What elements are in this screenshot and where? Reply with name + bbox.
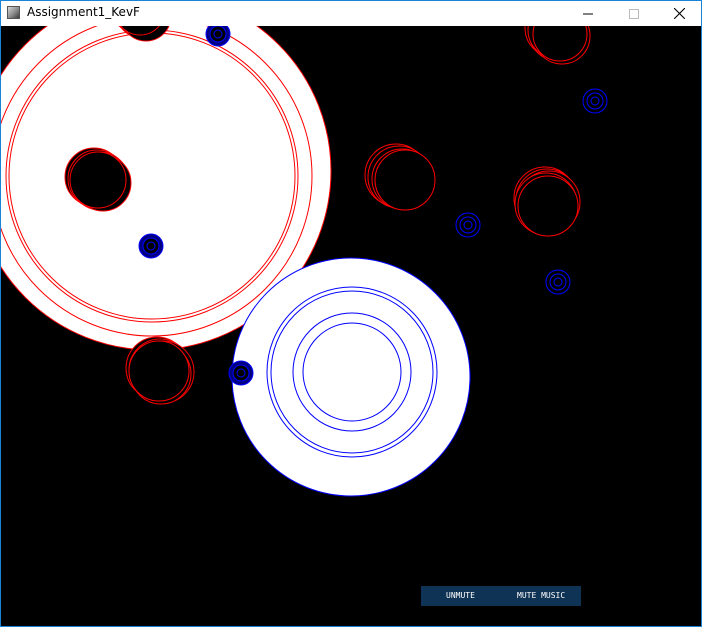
mute-music-button[interactable]: MUTE MUSIC bbox=[517, 586, 565, 606]
window-title: Assignment1_KevF bbox=[27, 5, 140, 19]
audio-controls-bar: UNMUTE MUTE MUSIC bbox=[421, 586, 581, 606]
blue-ring-top bbox=[205, 26, 231, 47]
blue-ring-right-top bbox=[582, 88, 608, 114]
red-blob-top-right bbox=[524, 26, 591, 65]
minimize-icon bbox=[583, 13, 593, 14]
minimize-button[interactable] bbox=[565, 1, 611, 26]
app-window: Assignment1_KevF UNMUTE MUTE MUSIC bbox=[0, 0, 702, 627]
sketch-canvas[interactable]: UNMUTE MUTE MUSIC bbox=[1, 26, 701, 626]
large-blue-circle bbox=[231, 257, 471, 497]
maximize-icon bbox=[629, 8, 639, 19]
red-blob-center bbox=[364, 143, 436, 211]
title-bar[interactable]: Assignment1_KevF bbox=[1, 1, 701, 26]
blue-ring-inner bbox=[138, 233, 164, 259]
unmute-button[interactable]: UNMUTE bbox=[446, 586, 475, 606]
sketch-drawing bbox=[1, 26, 608, 497]
maximize-button[interactable] bbox=[611, 1, 657, 26]
red-blob-right bbox=[513, 166, 581, 237]
blue-ring-lower bbox=[228, 360, 254, 386]
blue-ring-right-lower bbox=[545, 269, 571, 295]
close-icon bbox=[673, 8, 685, 19]
blue-ring-mid bbox=[455, 212, 481, 238]
app-icon bbox=[7, 6, 20, 19]
close-button[interactable] bbox=[656, 1, 702, 26]
